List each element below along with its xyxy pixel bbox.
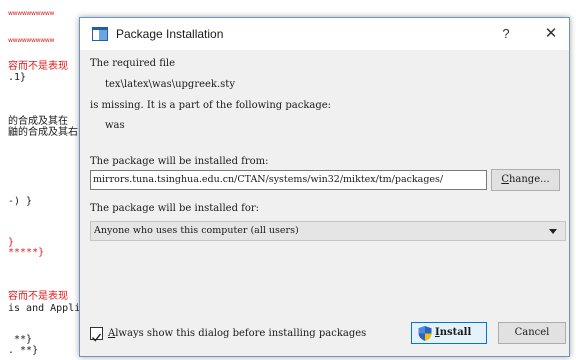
- editor-line: 容而不是表现: [8, 61, 68, 72]
- missing-message: is missing. It is a part of the followin…: [90, 100, 332, 111]
- editor-line: 的合成及其在: [8, 116, 68, 127]
- required-file-label: The required file: [90, 58, 176, 69]
- package-installation-dialog: Package Installation ? ✕ The required fi…: [79, 17, 570, 357]
- install-for-value: Anyone who uses this computer (all users…: [94, 225, 299, 236]
- install-button[interactable]: Install: [411, 322, 487, 344]
- uac-shield-icon: [418, 326, 432, 341]
- editor-line: wwwwwwwwww: [8, 37, 55, 44]
- chevron-down-icon: [549, 229, 557, 234]
- install-for-dropdown[interactable]: Anyone who uses this computer (all users…: [90, 221, 566, 241]
- miktex-app-icon: [92, 27, 108, 41]
- required-file-path: tex\latex\was\upgreek.sty: [105, 79, 235, 90]
- change-button[interactable]: Change...: [491, 169, 560, 191]
- editor-line: . **}: [8, 345, 39, 356]
- dialog-titlebar[interactable]: Package Installation ? ✕: [80, 18, 569, 50]
- always-show-text: lways show this dialog before installing…: [115, 328, 367, 339]
- editor-line: wwwwwwwwww: [8, 10, 55, 17]
- always-show-label[interactable]: Always show this dialog before installin…: [108, 328, 366, 340]
- always-show-checkbox[interactable]: [90, 327, 103, 342]
- editor-line: is and Appli: [8, 303, 81, 314]
- install-label: Install: [435, 323, 471, 343]
- install-text: nstall: [439, 327, 472, 338]
- change-mnemonic: C: [501, 174, 509, 185]
- help-button[interactable]: ?: [494, 22, 518, 46]
- editor-line: *****}: [8, 247, 45, 258]
- editor-line: 容而不是表现: [8, 291, 68, 302]
- package-name: was: [105, 120, 125, 131]
- install-source-value: mirrors.tuna.tsinghua.edu.cn/CTAN/system…: [93, 174, 444, 185]
- change-label: hange...: [508, 174, 550, 185]
- cancel-button[interactable]: Cancel: [498, 322, 566, 344]
- editor-line: .1}: [8, 72, 27, 83]
- install-for-label: The package will be installed for:: [90, 203, 260, 214]
- editor-line: 鼬的合成及其右: [8, 127, 78, 138]
- dialog-title: Package Installation: [116, 27, 224, 41]
- install-from-label: The package will be installed from:: [90, 156, 269, 167]
- close-button[interactable]: ✕: [537, 22, 565, 46]
- checkmark-icon: [91, 333, 102, 342]
- install-source-field[interactable]: mirrors.tuna.tsinghua.edu.cn/CTAN/system…: [90, 170, 487, 190]
- editor-line: **}: [14, 334, 33, 345]
- editor-line: -) }: [8, 196, 33, 207]
